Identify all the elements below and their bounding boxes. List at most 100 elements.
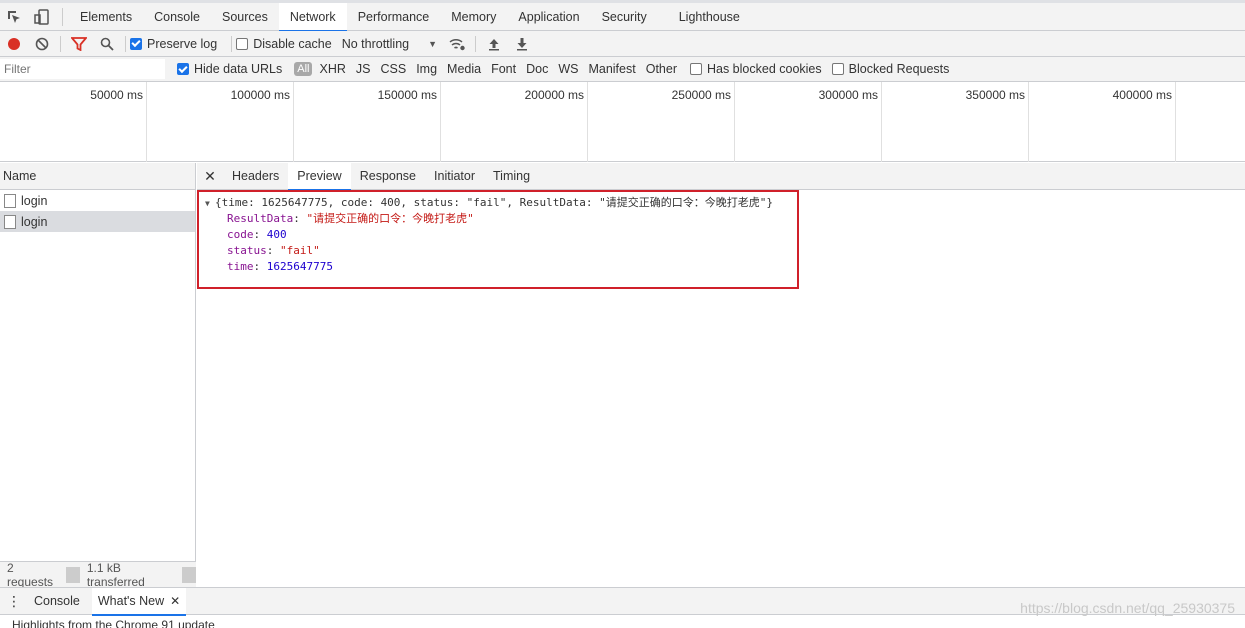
search-icon[interactable] [93, 32, 121, 56]
timeline-tick-label: 150000 ms [377, 88, 437, 102]
disable-cache-checkbox[interactable]: Disable cache [236, 37, 332, 51]
json-property: code: 400 [227, 228, 287, 241]
tab-memory[interactable]: Memory [440, 3, 507, 31]
tab-security[interactable]: Security [591, 3, 658, 31]
filter-type-other[interactable]: Other [641, 62, 682, 76]
json-key: ResultData [227, 212, 294, 225]
tab-application[interactable]: Application [507, 3, 590, 31]
toolbar-divider [60, 35, 61, 52]
request-name: login [21, 214, 48, 229]
json-property: ResultData: "请提交正确的口令：今晚打老虎" [227, 212, 474, 225]
drawer-tab-label: What's New [97, 594, 165, 608]
json-key: status [227, 244, 267, 257]
checkbox-checked-icon [130, 37, 142, 50]
timeline-tick: 200000 ms [441, 82, 588, 162]
checkbox-unchecked-icon [831, 63, 844, 75]
filter-icon[interactable] [65, 32, 93, 56]
filter-type-all[interactable]: All [294, 62, 313, 76]
disable-cache-label: Disable cache [253, 36, 332, 51]
clear-icon[interactable] [28, 32, 56, 56]
filter-type-css[interactable]: CSS [375, 62, 411, 76]
json-value: 1625647775 [266, 260, 333, 273]
filter-type-font[interactable]: Font [486, 62, 521, 76]
device-toolbar-icon[interactable] [28, 3, 56, 31]
timeline-tick-label: 200000 ms [524, 88, 584, 102]
network-summary-bar: 2 requests 1.1 kB transferred [0, 560, 196, 589]
tab-performance[interactable]: Performance [347, 3, 441, 31]
record-icon[interactable] [0, 32, 28, 56]
throttling-select[interactable]: No throttling ▼ [342, 37, 437, 51]
json-summary: {time: 1625647775, code: 400, status: "f… [215, 196, 773, 209]
throttling-value: No throttling [341, 36, 410, 51]
json-value: "请提交正确的口令：今晚打老虎" [306, 212, 474, 225]
drawer-tab-whats-new[interactable]: What's New ✕ [91, 587, 187, 616]
devtools-main-tabbar: Elements Console Sources Network Perform… [0, 0, 1245, 32]
close-icon[interactable]: ✕ [170, 594, 180, 608]
network-conditions-icon[interactable] [443, 32, 471, 56]
inspect-element-icon[interactable] [0, 3, 28, 31]
timeline-tick: 350000 ms [882, 82, 1029, 162]
has-blocked-cookies-label: Has blocked cookies [706, 62, 822, 76]
filter-bar: Hide data URLs All XHR JS CSS Img Media … [0, 57, 1245, 82]
toolbar-divider [231, 35, 233, 52]
checkbox-checked-icon [177, 63, 189, 75]
json-key: code [227, 228, 254, 241]
timeline-overview[interactable]: 50000 ms 100000 ms 150000 ms 200000 ms 25000… [0, 82, 1245, 162]
import-har-icon[interactable] [480, 32, 508, 56]
checkbox-unchecked-icon [236, 37, 249, 50]
json-preview: ▼ {time: 1625647775, code: 400, status: "… [197, 190, 799, 289]
filter-type-img[interactable]: Img [411, 62, 442, 76]
timeline-tick: 400000 ms [1029, 82, 1176, 162]
preserve-log-label: Preserve log [147, 36, 218, 51]
more-options-icon[interactable]: ⋮ [0, 593, 28, 610]
export-har-icon[interactable] [508, 32, 536, 56]
filter-type-media[interactable]: Media [442, 62, 486, 76]
request-row[interactable]: login [0, 190, 195, 211]
toolbar-divider [475, 35, 477, 52]
watermark: https://blog.csdn.net/qq_25930375 [1020, 600, 1235, 616]
json-summary-line[interactable]: ▼ {time: 1625647775, code: 400, status: "… [205, 195, 797, 211]
timeline-tick-label: 100000 ms [230, 88, 290, 102]
filter-type-doc[interactable]: Doc [521, 62, 553, 76]
tab-console[interactable]: Console [143, 3, 211, 31]
hide-data-urls-label: Hide data URLs [194, 62, 283, 76]
filter-input[interactable] [0, 59, 165, 79]
tab-timing[interactable]: Timing [484, 163, 539, 190]
name-column-header[interactable]: Name [0, 163, 195, 190]
filter-type-js[interactable]: JS [351, 62, 376, 76]
tab-initiator[interactable]: Initiator [425, 163, 484, 190]
timeline-tick: 50000 ms [0, 82, 147, 162]
checkbox-unchecked-icon [689, 63, 702, 75]
request-row-selected[interactable]: login [0, 211, 195, 232]
summary-divider [182, 566, 196, 583]
request-count: 2 requests [7, 560, 54, 589]
timeline-tick-label: 50000 ms [90, 88, 143, 102]
detail-tabbar: ✕ Headers Preview Response Initiator Tim… [197, 162, 1245, 191]
expand-triangle-icon[interactable]: ▼ [205, 196, 215, 212]
timeline-tick-label: 400000 ms [1112, 88, 1172, 102]
close-icon[interactable]: ✕ [197, 168, 223, 185]
blocked-requests-checkbox[interactable]: Blocked Requests [831, 62, 950, 76]
tab-lighthouse[interactable]: Lighthouse [668, 3, 751, 31]
has-blocked-cookies-checkbox[interactable]: Has blocked cookies [689, 62, 822, 76]
drawer-tab-console[interactable]: Console [28, 588, 86, 615]
preserve-log-checkbox[interactable]: Preserve log [130, 37, 217, 51]
json-property: time: 1625647775 [227, 260, 333, 273]
hide-data-urls-checkbox[interactable]: Hide data URLs [177, 62, 282, 76]
network-toolbar: Preserve log Disable cache No throttling… [0, 31, 1245, 57]
tab-headers[interactable]: Headers [223, 163, 288, 190]
toolbar-divider [125, 35, 126, 52]
tab-response[interactable]: Response [351, 163, 425, 190]
tab-elements[interactable]: Elements [69, 3, 143, 31]
blocked-requests-label: Blocked Requests [848, 62, 950, 76]
transferred-size: 1.1 kB transferred [86, 560, 145, 589]
tab-sources[interactable]: Sources [211, 3, 279, 31]
filter-type-manifest[interactable]: Manifest [583, 62, 640, 76]
filter-type-xhr[interactable]: XHR [314, 62, 350, 76]
tab-preview[interactable]: Preview [288, 162, 352, 191]
timeline-tick: 300000 ms [735, 82, 882, 162]
tab-network[interactable]: Network [278, 2, 347, 32]
filter-type-ws[interactable]: WS [553, 62, 583, 76]
timeline-tick: 150000 ms [294, 82, 441, 162]
request-list-pane: Name login login 2 requests 1.1 kB trans… [0, 163, 196, 589]
